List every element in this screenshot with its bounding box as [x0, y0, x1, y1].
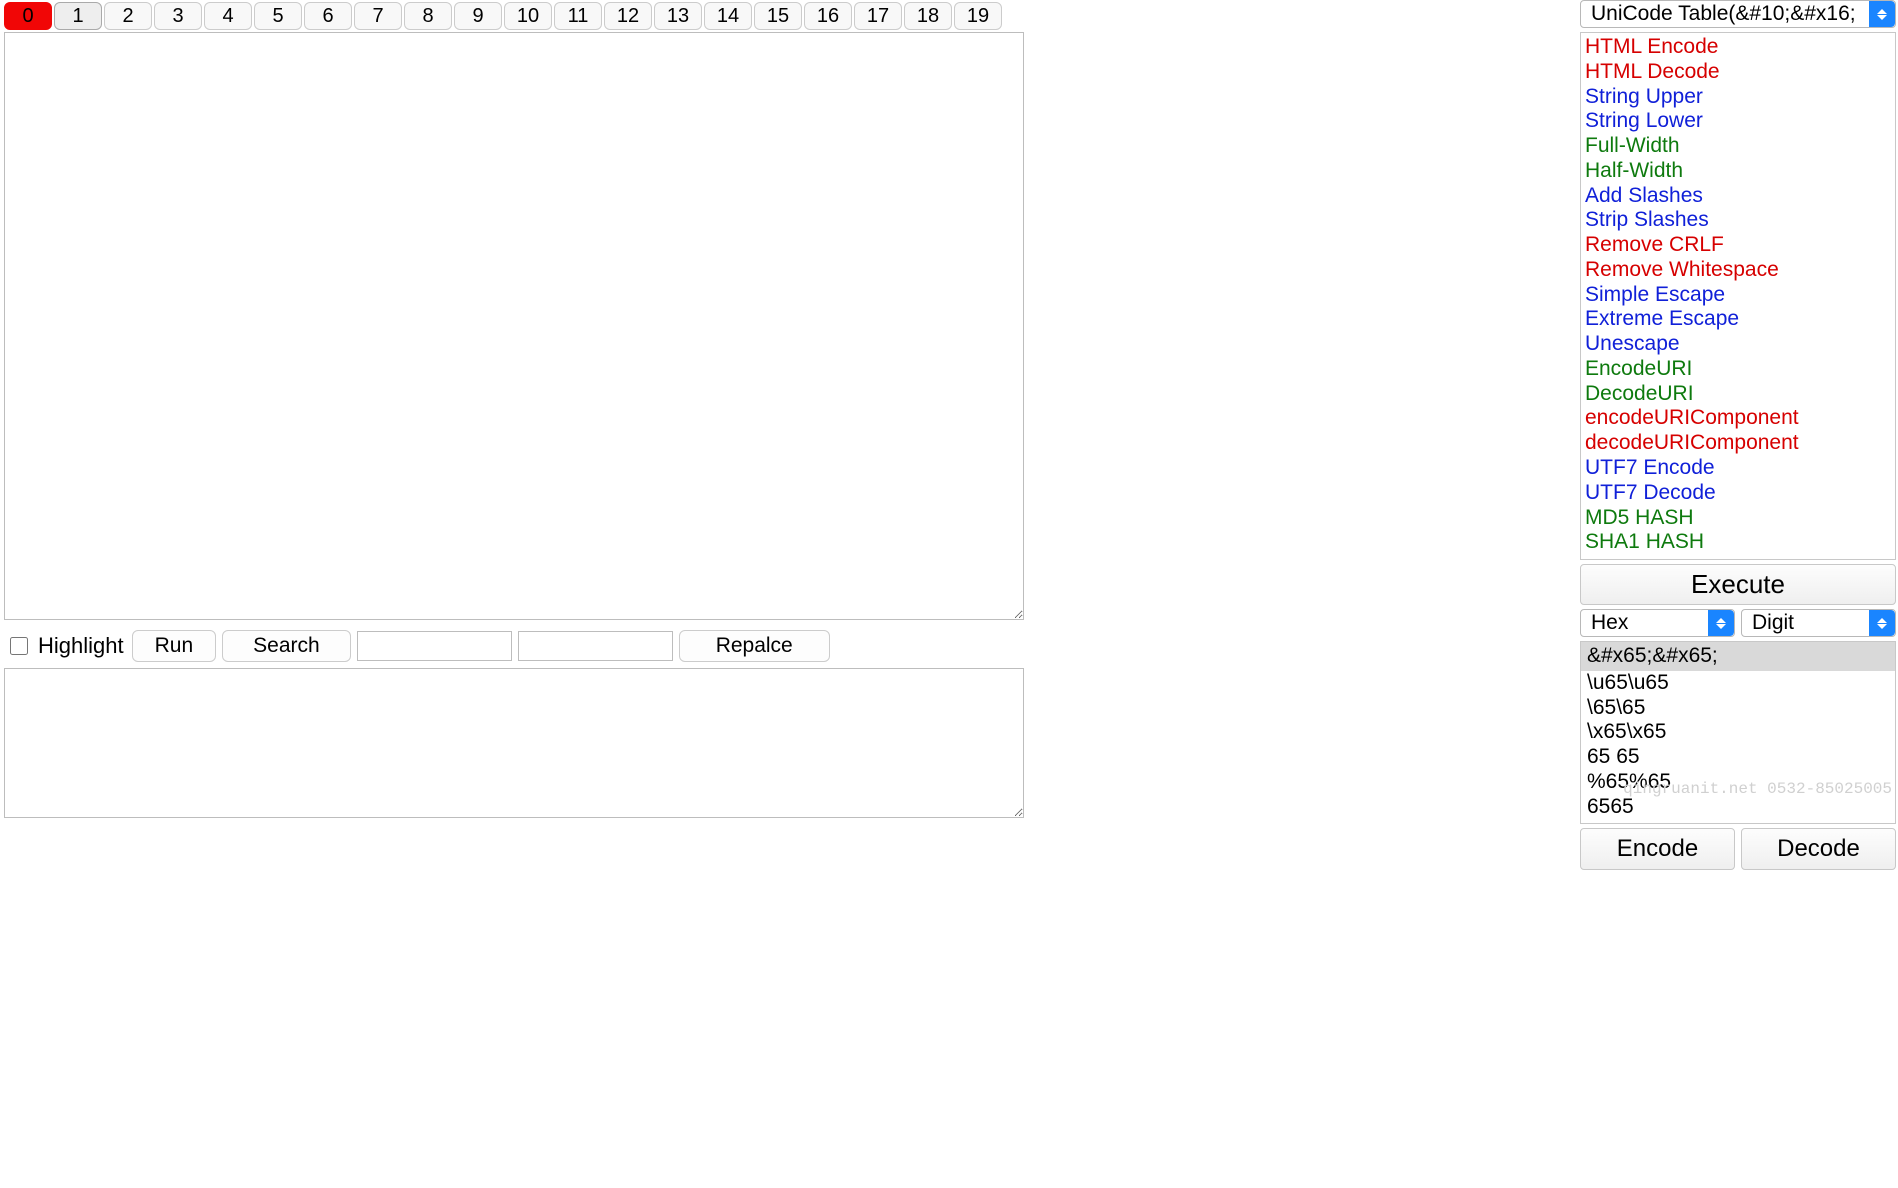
- encoding-line: &#x65;&#x65;: [1581, 642, 1895, 671]
- function-item[interactable]: Simple Escape: [1585, 283, 1891, 308]
- tab-6[interactable]: 6: [304, 2, 352, 30]
- function-item[interactable]: UTF7 Encode: [1585, 456, 1891, 481]
- function-item[interactable]: Half-Width: [1585, 159, 1891, 184]
- app-root: 012345678910111213141516171819 Highlight…: [0, 0, 1898, 1188]
- tab-0[interactable]: 0: [4, 2, 52, 30]
- dropdown-icon: [1708, 610, 1734, 636]
- execute-button[interactable]: Execute: [1580, 564, 1896, 605]
- control-bar: Highlight Run Search Repalce: [10, 630, 1054, 662]
- base-selector[interactable]: Digit: [1741, 609, 1896, 637]
- tab-16[interactable]: 16: [804, 2, 852, 30]
- tab-5[interactable]: 5: [254, 2, 302, 30]
- function-item[interactable]: EncodeURI: [1585, 357, 1891, 382]
- function-item[interactable]: decodeURIComponent: [1585, 431, 1891, 456]
- tab-13[interactable]: 13: [654, 2, 702, 30]
- tab-9[interactable]: 9: [454, 2, 502, 30]
- tab-4[interactable]: 4: [204, 2, 252, 30]
- encoding-line: 6565: [1587, 795, 1889, 820]
- highlight-checkbox[interactable]: [10, 637, 28, 655]
- search-button[interactable]: Search: [222, 630, 351, 662]
- dropdown-icon: [1869, 610, 1895, 636]
- tab-12[interactable]: 12: [604, 2, 652, 30]
- tab-19[interactable]: 19: [954, 2, 1002, 30]
- tab-2[interactable]: 2: [104, 2, 152, 30]
- function-item[interactable]: encodeURIComponent: [1585, 406, 1891, 431]
- format-selector-value: Hex: [1591, 611, 1628, 635]
- function-item[interactable]: String Upper: [1585, 85, 1891, 110]
- tab-7[interactable]: 7: [354, 2, 402, 30]
- tab-1[interactable]: 1: [54, 2, 102, 30]
- tab-8[interactable]: 8: [404, 2, 452, 30]
- tab-3[interactable]: 3: [154, 2, 202, 30]
- function-item[interactable]: Unescape: [1585, 332, 1891, 357]
- unicode-table-selector-value: UniCode Table(&#10;&#x16;: [1591, 2, 1856, 26]
- left-panel: 012345678910111213141516171819 Highlight…: [0, 0, 1058, 1188]
- replace-input[interactable]: [518, 631, 673, 661]
- encoding-line: \x65\x65: [1587, 720, 1889, 745]
- right-panel: UniCode Table(&#10;&#x16; HTML EncodeHTM…: [1578, 0, 1898, 1188]
- encoding-line: \65\65: [1587, 696, 1889, 721]
- search-input[interactable]: [357, 631, 512, 661]
- function-item[interactable]: Full-Width: [1585, 134, 1891, 159]
- encoding-line: %65%65: [1587, 770, 1889, 795]
- replace-button[interactable]: Repalce: [679, 630, 830, 662]
- function-item[interactable]: Add Slashes: [1585, 184, 1891, 209]
- function-item[interactable]: DecodeURI: [1585, 382, 1891, 407]
- encode-button[interactable]: Encode: [1580, 828, 1735, 870]
- tab-17[interactable]: 17: [854, 2, 902, 30]
- unicode-table-selector[interactable]: UniCode Table(&#10;&#x16;: [1580, 0, 1896, 28]
- encode-decode-row: Encode Decode: [1580, 828, 1896, 870]
- function-item[interactable]: Strip Slashes: [1585, 208, 1891, 233]
- decode-button[interactable]: Decode: [1741, 828, 1896, 870]
- tab-10[interactable]: 10: [504, 2, 552, 30]
- run-button[interactable]: Run: [132, 630, 217, 662]
- encoding-output: &#x65;&#x65;\u65\u65\65\65\x65\x6565 65%…: [1580, 641, 1896, 824]
- highlight-label: Highlight: [38, 633, 124, 659]
- base-selector-value: Digit: [1752, 611, 1794, 635]
- tab-15[interactable]: 15: [754, 2, 802, 30]
- encoding-line: \u65\u65: [1587, 671, 1889, 696]
- function-item[interactable]: Remove CRLF: [1585, 233, 1891, 258]
- function-item[interactable]: SHA1 HASH: [1585, 530, 1891, 555]
- tab-11[interactable]: 11: [554, 2, 602, 30]
- main-input-textarea[interactable]: [4, 32, 1024, 620]
- function-item[interactable]: UTF7 Decode: [1585, 481, 1891, 506]
- tab-18[interactable]: 18: [904, 2, 952, 30]
- tab-14[interactable]: 14: [704, 2, 752, 30]
- dropdown-icon: [1869, 1, 1895, 27]
- tab-bar: 012345678910111213141516171819: [4, 0, 1054, 30]
- format-selector-row: Hex Digit: [1580, 609, 1896, 637]
- output-textarea[interactable]: [4, 668, 1024, 818]
- function-item[interactable]: Remove Whitespace: [1585, 258, 1891, 283]
- format-selector[interactable]: Hex: [1580, 609, 1735, 637]
- function-item[interactable]: MD5 HASH: [1585, 506, 1891, 531]
- function-item[interactable]: HTML Decode: [1585, 60, 1891, 85]
- function-item[interactable]: Extreme Escape: [1585, 307, 1891, 332]
- function-item[interactable]: String Lower: [1585, 109, 1891, 134]
- encoding-line: 65 65: [1587, 745, 1889, 770]
- function-item[interactable]: HTML Encode: [1585, 35, 1891, 60]
- function-list: HTML EncodeHTML DecodeString UpperString…: [1580, 32, 1896, 560]
